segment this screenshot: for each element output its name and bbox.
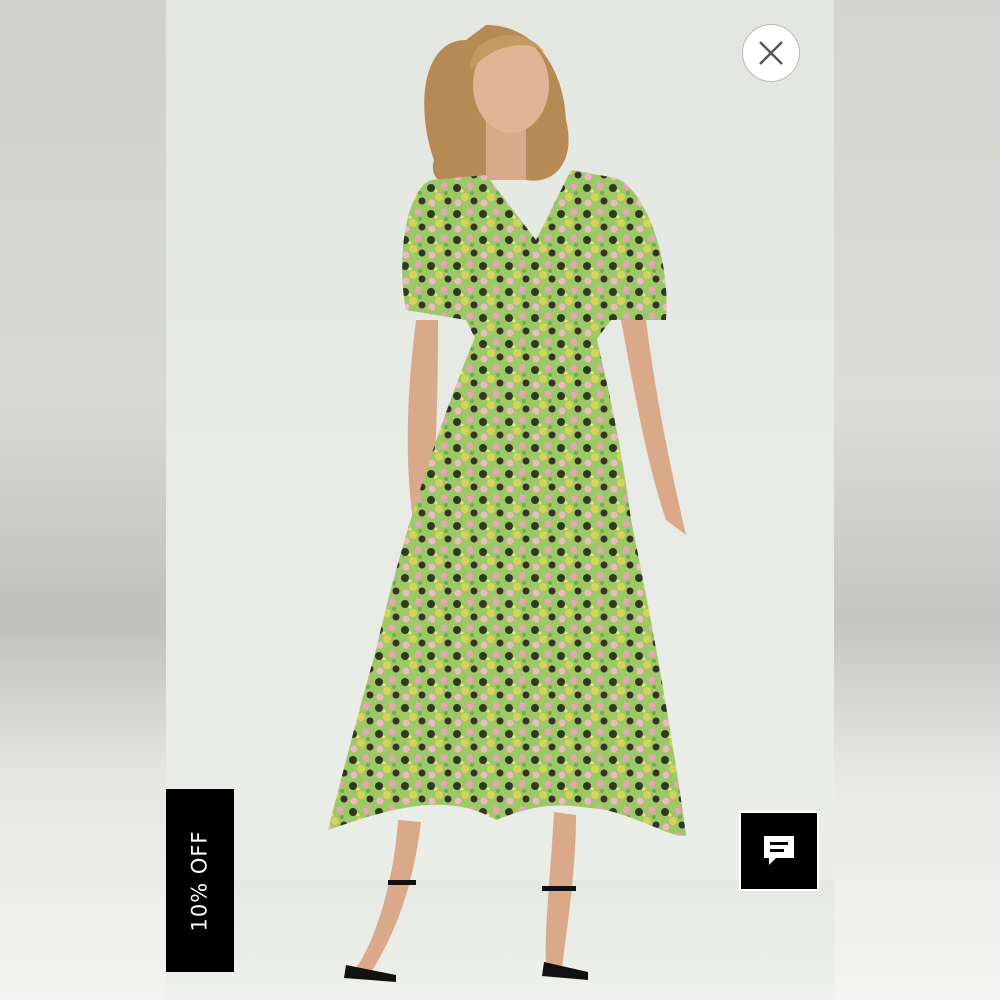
chat-bubble-icon xyxy=(764,836,794,865)
product-photo xyxy=(166,25,834,1000)
product-image-viewer: 10% OFF xyxy=(166,0,834,1000)
close-icon xyxy=(759,41,783,65)
promo-label: 10% OFF xyxy=(188,829,213,932)
discount-promo-tab[interactable]: 10% OFF xyxy=(166,789,234,972)
chat-button[interactable] xyxy=(739,811,819,891)
right-blurred-backdrop xyxy=(834,0,1000,1000)
left-blurred-backdrop xyxy=(0,0,166,1000)
close-button[interactable] xyxy=(742,24,800,82)
